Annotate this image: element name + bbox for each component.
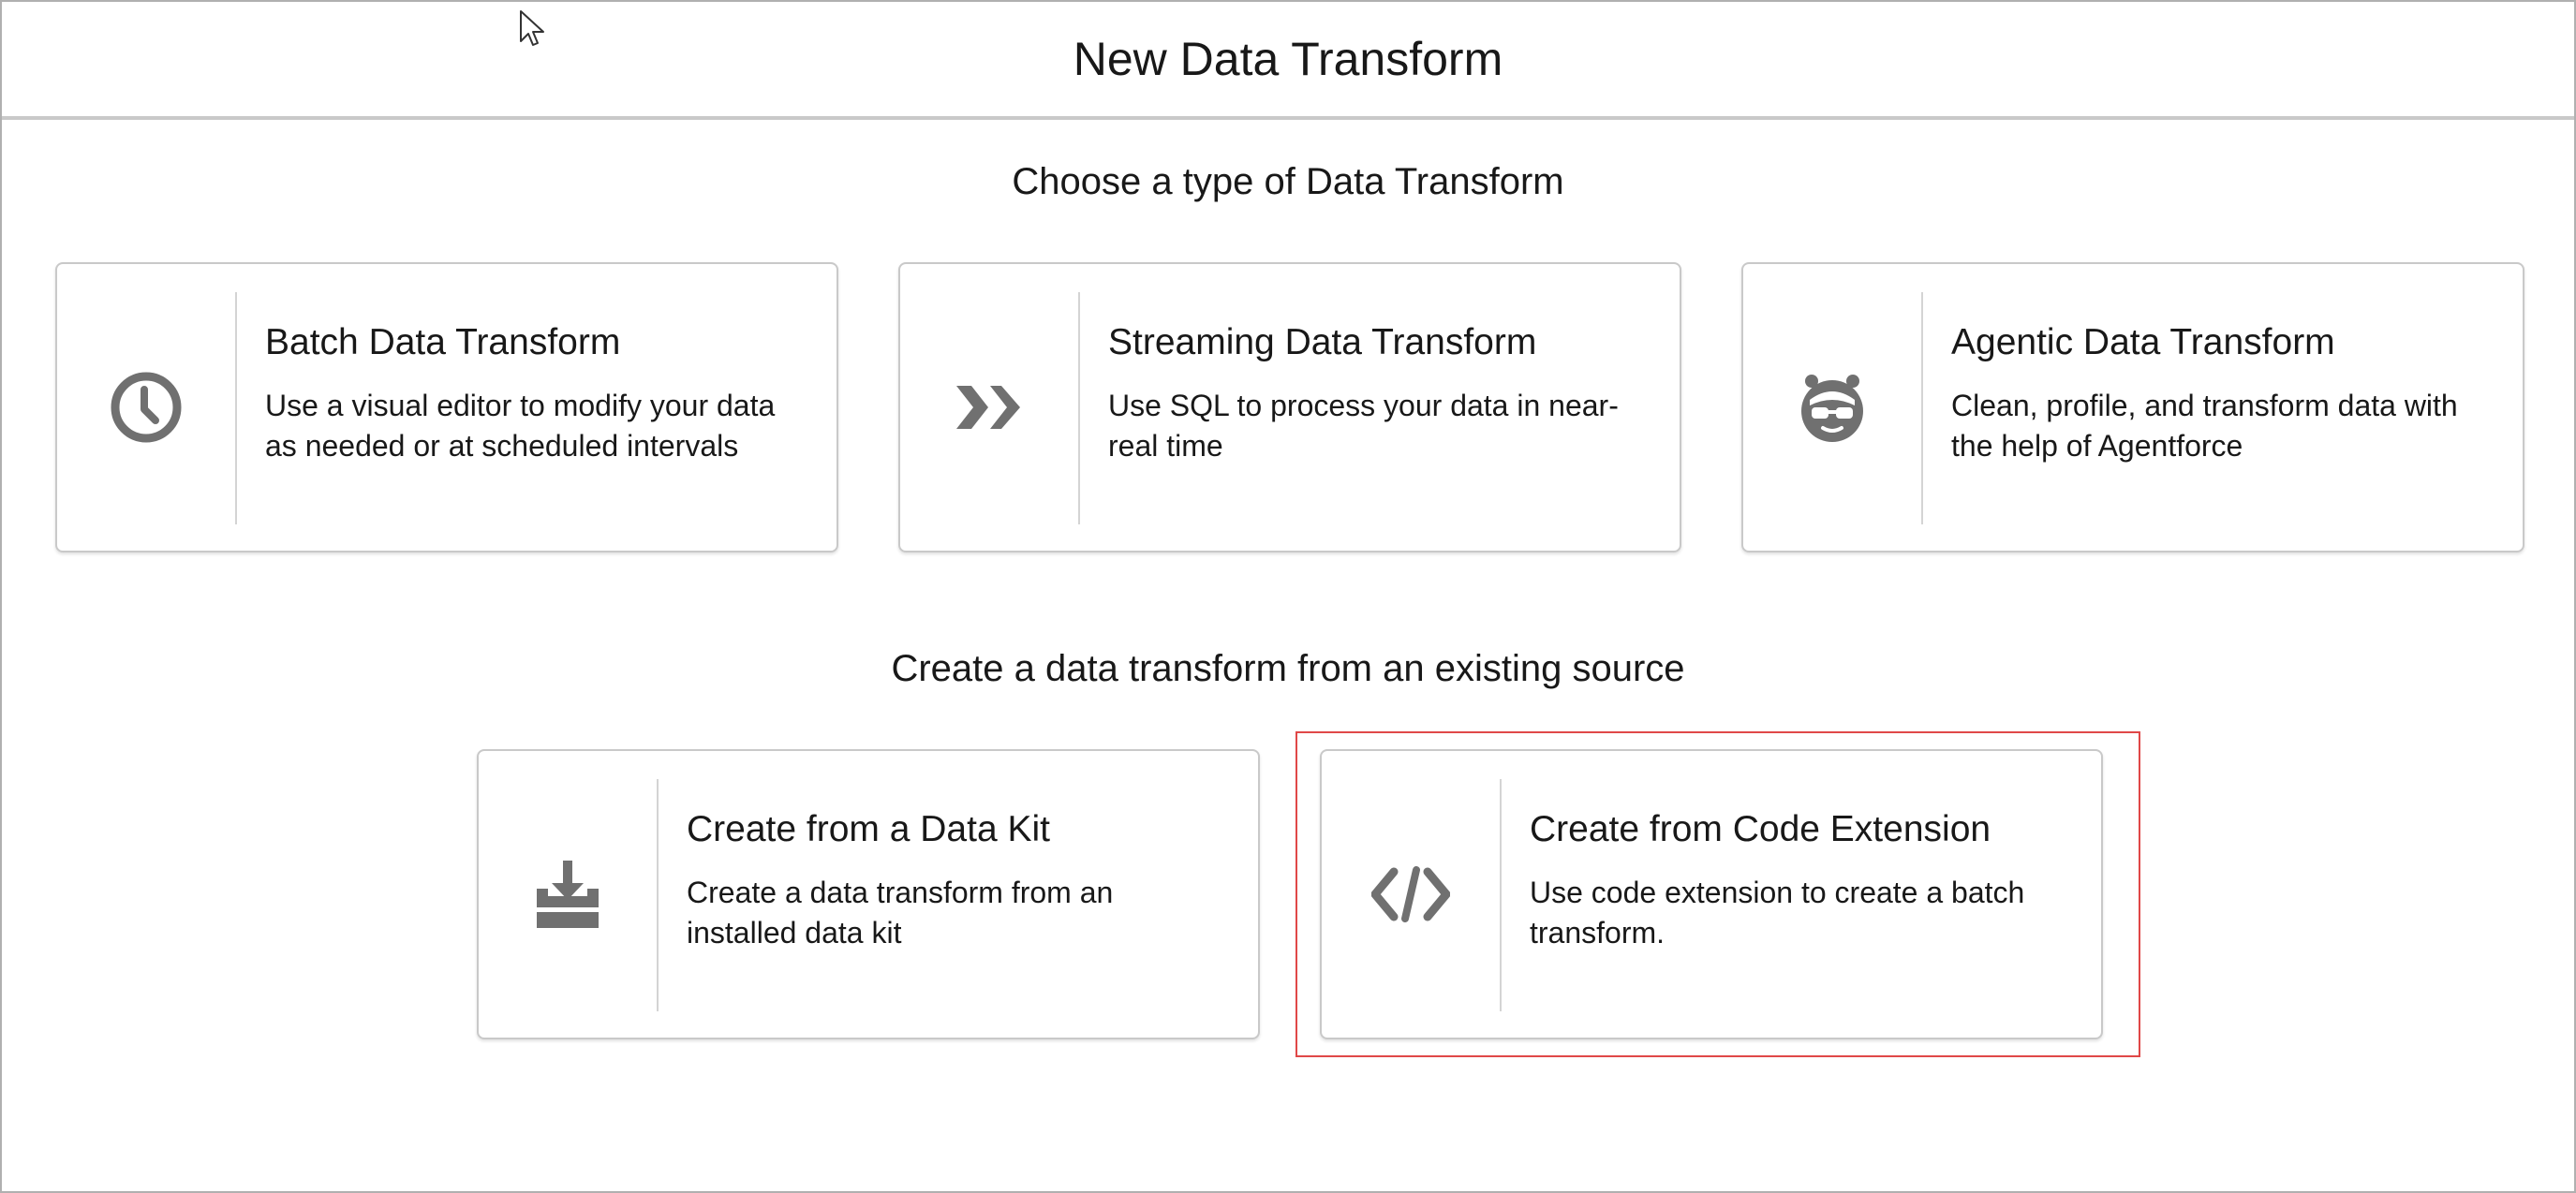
dialog-title: New Data Transform	[1073, 33, 1503, 85]
agent-face-icon	[1801, 375, 1863, 442]
clock-icon	[111, 372, 182, 443]
card-title: Create from a Data Kit	[687, 809, 1050, 849]
card-description: Use a visual editor to modify your data …	[265, 389, 776, 463]
download-tray-icon	[537, 861, 599, 928]
card-description: Create a data transform from an installe…	[687, 876, 1114, 950]
card-description: Use SQL to process your data in near-rea…	[1108, 389, 1619, 463]
card-divider	[657, 779, 659, 1011]
dialog-header: New Data Transform	[2, 2, 2574, 120]
create-from-data-kit-card[interactable]: Create from a Data Kit Create a data tra…	[477, 749, 1260, 1039]
card-title: Batch Data Transform	[265, 322, 621, 362]
code-icon	[1371, 866, 1450, 922]
card-description: Clean, profile, and transform data with …	[1951, 389, 2458, 463]
card-divider	[235, 292, 237, 524]
section-title-source: Create a data transform from an existing…	[891, 648, 1685, 689]
card-divider	[1078, 292, 1080, 524]
card-divider	[1921, 292, 1923, 524]
batch-data-transform-card[interactable]: Batch Data Transform Use a visual editor…	[55, 262, 838, 552]
create-from-code-extension-card[interactable]: Create from Code Extension Use code exte…	[1320, 749, 2103, 1039]
card-divider	[1500, 779, 1502, 1011]
mouse-cursor-icon	[520, 10, 544, 46]
card-description: Use code extension to create a batch tra…	[1530, 876, 2025, 950]
dialog-frame: New Data Transform Choose a type of Data…	[0, 0, 2576, 1193]
double-chevron-right-icon	[956, 386, 1020, 429]
agentic-data-transform-card[interactable]: Agentic Data Transform Clean, profile, a…	[1741, 262, 2524, 552]
card-title: Agentic Data Transform	[1951, 322, 2335, 362]
card-title: Streaming Data Transform	[1108, 322, 1537, 362]
section-title-type: Choose a type of Data Transform	[1012, 161, 1564, 202]
streaming-data-transform-card[interactable]: Streaming Data Transform Use SQL to proc…	[898, 262, 1681, 552]
card-title: Create from Code Extension	[1530, 809, 1991, 849]
